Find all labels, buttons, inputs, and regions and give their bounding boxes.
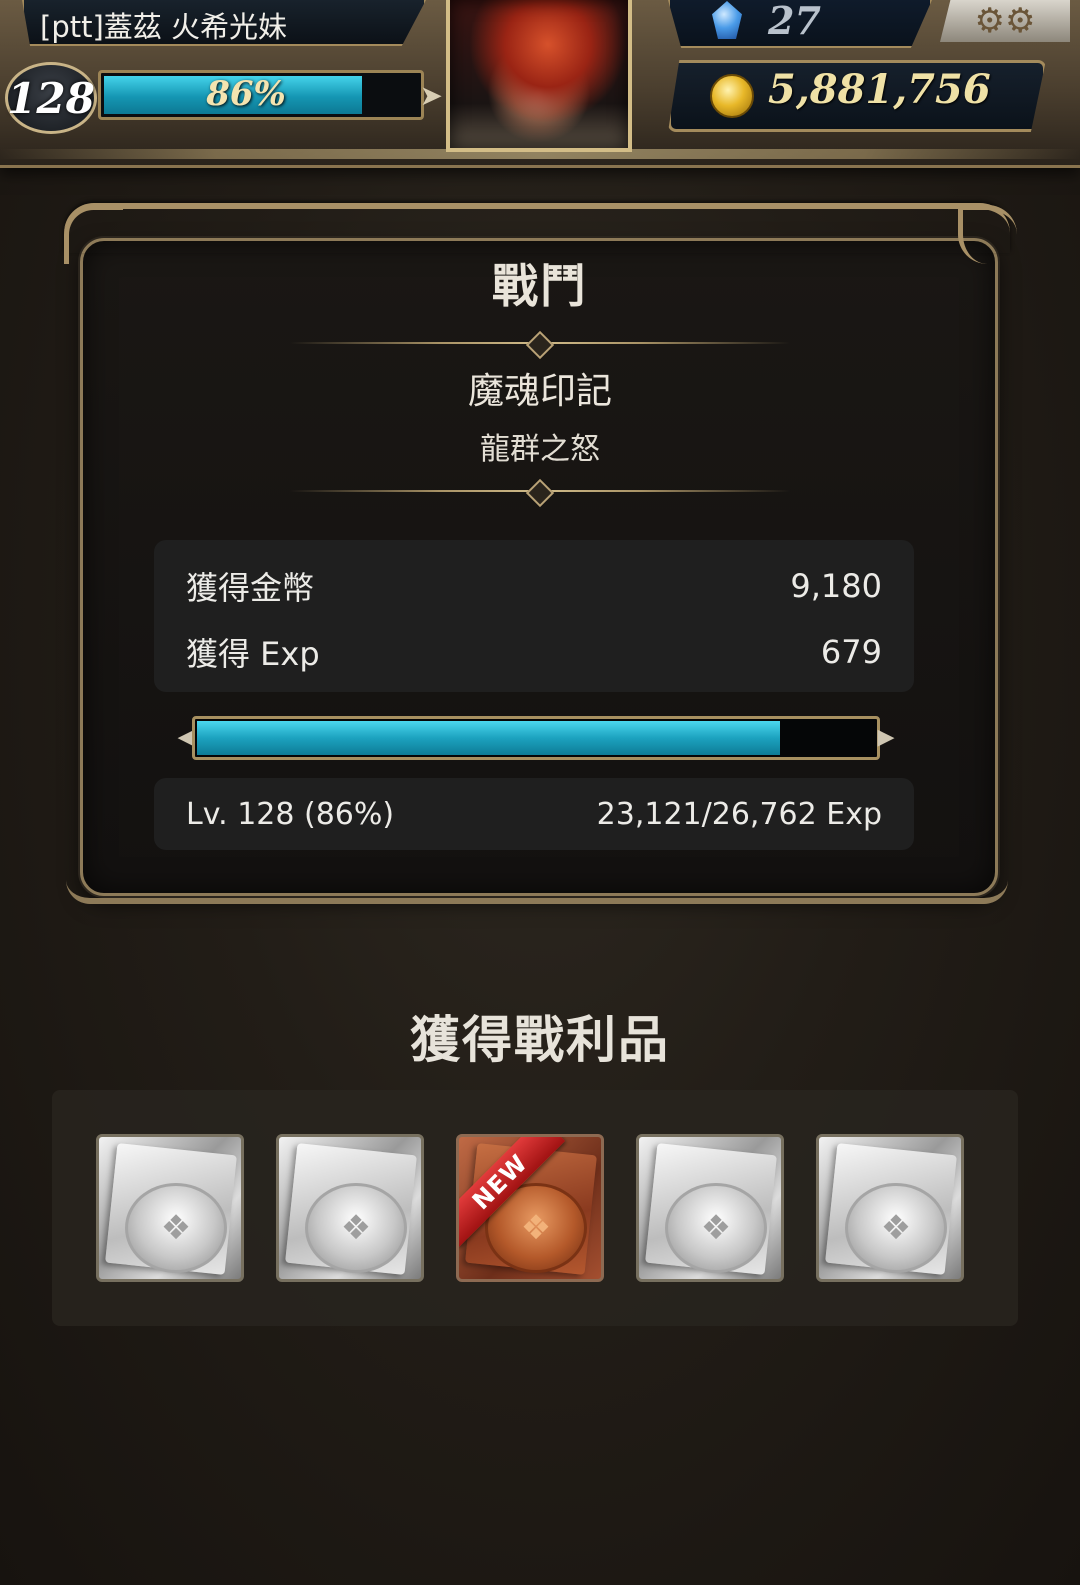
battle-title: 戰鬥 [492,259,588,313]
loot-item[interactable]: ❖ [816,1134,964,1282]
reward-exp-value: 679 [820,633,882,671]
hero-portrait[interactable] [446,0,632,152]
loot-item[interactable]: ❖ [636,1134,784,1282]
gear-icon: ⚙⚙ [974,1,1036,41]
player-xp-percent: 86% [206,74,286,114]
reward-gold-value: 9,180 [790,567,882,605]
level-progress-track [192,716,880,760]
level-summary: Lv. 128 (86%) 23,121/26,762 Exp [154,778,914,850]
dragon-seal-icon: ❖ [305,1183,407,1273]
panel-top-frame [64,203,1010,253]
dragon-seal-icon: ❖ [125,1183,227,1273]
dragon-seal-icon: ❖ [845,1183,947,1273]
loot-item-new[interactable]: ❖ NEW [456,1134,604,1282]
coin-icon [710,74,754,118]
reward-summary: 獲得金幣 9,180 獲得 Exp 679 [154,540,914,692]
divider-top [290,330,790,360]
player-level: 128 [7,73,95,123]
bar-cap-right-icon: ▸ [877,716,895,756]
dragon-seal-icon: ❖ [665,1183,767,1273]
stage-name: 魔魂印記 [467,371,612,412]
reward-row-exp: 獲得 Exp 679 [186,630,882,674]
settings-button[interactable]: ⚙⚙ [940,0,1070,42]
loot-item[interactable]: ❖ [96,1134,244,1282]
player-level-badge: 128 [5,62,97,134]
reward-exp-label: 獲得 Exp [186,635,320,673]
level-label: Lv. 128 (86%) [186,796,395,832]
divider-bottom [290,478,790,508]
player-name: [ptt]蓋茲 火希光妹 [40,10,287,44]
player-xp-bar: 86% ➤ [98,70,443,120]
exp-total: 23,121/26,762 Exp [596,796,882,832]
level-progress-fill [197,721,780,755]
gem-count: 27 [768,0,821,43]
gold-count: 5,881,756 [768,66,991,113]
loot-title: 獲得戰利品 [410,1011,670,1069]
panel-bottom-frame [66,878,1008,904]
level-progress-bar: ◂ ▸ [166,712,906,760]
stage-subtitle: 龍群之怒 [480,432,600,467]
reward-gold-label: 獲得金幣 [186,569,315,607]
arrow-right-icon: ➤ [419,79,443,112]
reward-row-gold: 獲得金幣 9,180 [186,564,882,608]
loot-item[interactable]: ❖ [276,1134,424,1282]
